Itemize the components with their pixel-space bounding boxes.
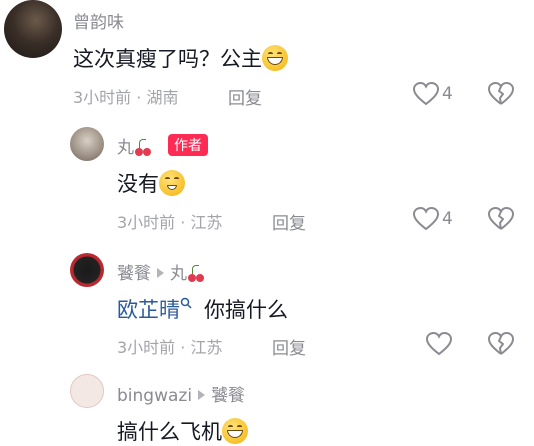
heart-outline-icon[interactable] [426,332,452,356]
comment-username[interactable]: 丸 [117,133,152,158]
avatar[interactable] [70,253,104,287]
grinning-emoji-icon [222,418,248,444]
like-count: 4 [442,84,453,104]
comment-time-location: 3小时前 · 江苏 [117,338,223,357]
comment-text: 欧芷晴 你搞什么 [117,294,288,324]
heart-outline-icon[interactable] [413,82,439,106]
avatar[interactable] [70,127,104,161]
cherry-icon [187,264,205,282]
comment-text-body: 搞什么飞机 [117,420,222,444]
reply-to-username[interactable]: 丸 [170,264,187,284]
comment-text: 这次真瘦了吗？公主 [73,43,288,73]
comment-text-body: 你搞什么 [204,298,288,322]
mention-link[interactable]: 欧芷晴 [117,298,180,322]
comment-text: 没有 [117,168,185,198]
broken-heart-icon[interactable] [488,332,514,356]
comment-username[interactable]: 曾韵味 [73,8,124,33]
comment-text: 搞什么飞机 [117,416,248,446]
broken-heart-icon[interactable] [488,207,514,231]
comment-username[interactable]: 饕餮丸 [117,259,205,284]
reply-button[interactable]: 回复 [272,334,306,359]
comment-time-location: 3小时前 · 湖南 [73,88,179,107]
reply-to-username[interactable]: 饕餮 [211,386,245,406]
reply-button[interactable]: 回复 [228,84,262,109]
comment-time-location: 3小时前 · 江苏 [117,213,223,232]
heart-outline-icon[interactable] [413,207,439,231]
triangle-right-icon [157,268,164,278]
username-text[interactable]: 丸 [117,138,134,158]
grinning-emoji-icon [262,45,288,71]
comment-text-body: 没有 [117,172,159,196]
username-text[interactable]: 饕餮 [117,264,151,284]
like-count: 4 [442,209,453,229]
cherry-icon [134,138,152,156]
comment-text-body: 这次真瘦了吗？公主 [73,47,262,71]
author-badge: 作者 [168,134,208,156]
triangle-right-icon [198,390,206,400]
avatar[interactable] [4,0,62,58]
avatar[interactable] [70,374,104,408]
search-icon[interactable] [180,297,192,309]
username-text[interactable]: bingwazi [117,386,192,406]
comment-username[interactable]: bingwazi 饕餮 [117,381,245,406]
broken-heart-icon[interactable] [488,82,514,106]
dizzy-emoji-icon [159,170,185,196]
reply-button[interactable]: 回复 [272,209,306,234]
